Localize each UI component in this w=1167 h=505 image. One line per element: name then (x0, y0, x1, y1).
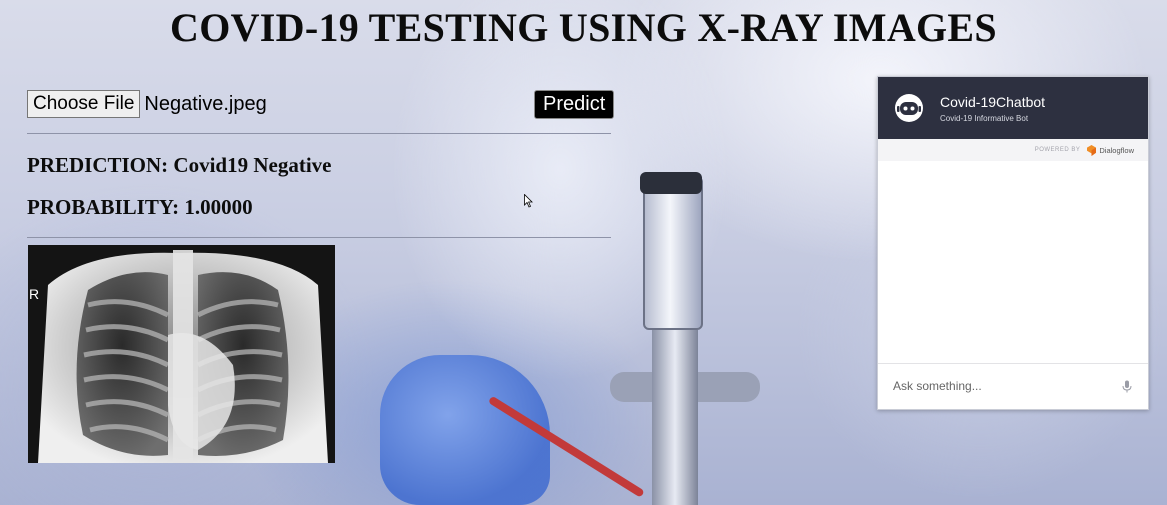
page-title: COVID-19 TESTING USING X-RAY IMAGES (170, 5, 997, 50)
chatbot-header: Covid-19Chatbot Covid-19 Informative Bot (878, 77, 1148, 139)
divider (27, 133, 611, 134)
dialogflow-name: Dialogflow (1099, 145, 1134, 155)
chatbot-widget: Covid-19Chatbot Covid-19 Informative Bot… (877, 76, 1149, 410)
prediction-text: PREDICTION: Covid19 Negative (27, 153, 332, 177)
background-microscope-cap (640, 172, 702, 194)
probability-text: PROBABILITY: 1.00000 (27, 195, 253, 219)
chatbot-subtitle: Covid-19 Informative Bot (940, 114, 1029, 123)
background-glove (380, 355, 550, 505)
chat-input[interactable] (891, 378, 1122, 394)
background-microscope-tube (643, 176, 703, 330)
choose-file-button[interactable]: Choose File (27, 90, 141, 118)
divider (27, 237, 611, 238)
chat-input-bar (878, 363, 1148, 408)
mic-icon[interactable] (1122, 380, 1132, 393)
chatbot-title: Covid-19Chatbot (940, 94, 1046, 110)
powered-by-label: POWERED BY (1034, 147, 1081, 153)
dialogflow-logo-icon (1087, 144, 1097, 156)
background-microscope-body (652, 330, 698, 505)
powered-by-bar: POWERED BY Dialogflow (878, 139, 1148, 161)
xray-side-marker: R (29, 286, 40, 302)
bot-avatar-icon (895, 94, 923, 122)
selected-file-name: Negative.jpeg (144, 92, 267, 115)
chat-message-area (878, 161, 1148, 363)
file-upload-row: Choose File Negative.jpeg (27, 90, 267, 118)
mouse-cursor-icon (524, 194, 533, 208)
predict-button[interactable]: Predict (534, 90, 615, 119)
xray-graphic (28, 245, 335, 463)
xray-image: R (28, 245, 335, 463)
